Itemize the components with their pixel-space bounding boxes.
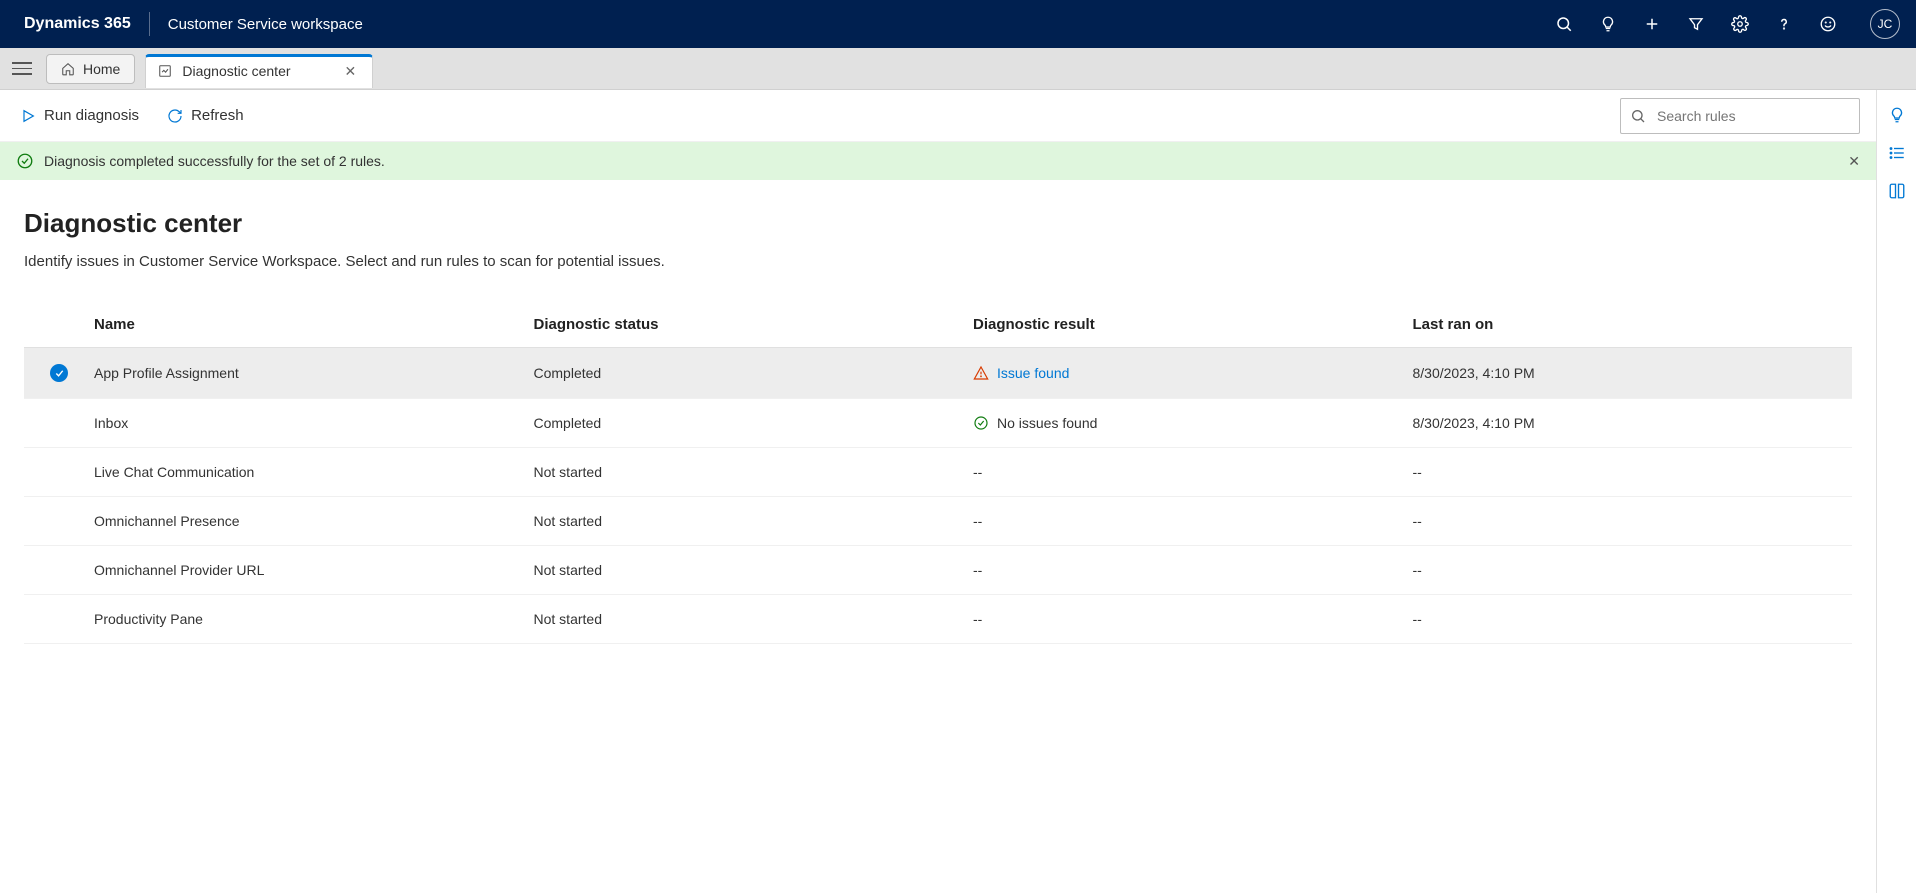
banner-message: Diagnosis completed successfully for the… <box>44 153 385 169</box>
tab-home-label: Home <box>83 61 120 77</box>
rule-name: Productivity Pane <box>94 611 534 627</box>
tab-diagnostic-label: Diagnostic center <box>182 63 290 79</box>
page-title: Diagnostic center <box>24 208 1852 239</box>
search-input[interactable] <box>1620 98 1860 134</box>
rule-result: -- <box>973 513 1413 529</box>
table-row[interactable]: Live Chat CommunicationNot started---- <box>24 448 1852 497</box>
col-status[interactable]: Diagnostic status <box>534 316 974 333</box>
play-icon <box>20 108 36 124</box>
book-icon[interactable] <box>1888 182 1906 200</box>
run-diagnosis-label: Run diagnosis <box>44 107 139 124</box>
search-icon[interactable] <box>1554 14 1574 34</box>
main-content: Run diagnosis Refresh Diagnosis complete… <box>0 90 1876 893</box>
checkmark-icon <box>50 364 68 382</box>
help-icon[interactable] <box>1774 14 1794 34</box>
check-circle-icon <box>16 152 34 170</box>
list-icon[interactable] <box>1888 144 1906 162</box>
lightbulb-icon[interactable] <box>1888 106 1906 124</box>
lightbulb-icon[interactable] <box>1598 14 1618 34</box>
home-icon <box>61 62 75 76</box>
run-diagnosis-button[interactable]: Run diagnosis <box>16 101 143 130</box>
tab-close-icon[interactable]: ✕ <box>341 63 361 80</box>
nav-divider <box>149 12 150 36</box>
rule-result: -- <box>973 562 1413 578</box>
success-banner: Diagnosis completed successfully for the… <box>0 142 1876 180</box>
col-name[interactable]: Name <box>94 316 534 333</box>
rule-last-ran: -- <box>1413 513 1853 529</box>
warning-icon <box>973 365 989 381</box>
filter-icon[interactable] <box>1686 14 1706 34</box>
rule-name: Omnichannel Presence <box>94 513 534 529</box>
table-header: Name Diagnostic status Diagnostic result… <box>24 302 1852 348</box>
rule-name: App Profile Assignment <box>94 365 534 381</box>
rule-status: Completed <box>534 365 974 381</box>
rule-status: Not started <box>534 562 974 578</box>
rule-last-ran: 8/30/2023, 4:10 PM <box>1413 365 1853 381</box>
rule-result: -- <box>973 611 1413 627</box>
rule-name: Live Chat Communication <box>94 464 534 480</box>
workspace-name[interactable]: Customer Service workspace <box>168 16 363 33</box>
user-avatar[interactable]: JC <box>1870 9 1900 39</box>
brand-name: Dynamics 365 <box>24 15 131 33</box>
refresh-button[interactable]: Refresh <box>163 101 248 130</box>
page-description: Identify issues in Customer Service Work… <box>24 253 1852 270</box>
check-circle-icon <box>973 415 989 431</box>
table-row[interactable]: Omnichannel Provider URLNot started---- <box>24 546 1852 595</box>
rule-status: Not started <box>534 464 974 480</box>
rule-result: Issue found <box>973 365 1413 381</box>
rule-last-ran: 8/30/2023, 4:10 PM <box>1413 415 1853 431</box>
refresh-label: Refresh <box>191 107 244 124</box>
gear-icon[interactable] <box>1730 14 1750 34</box>
rule-name: Inbox <box>94 415 534 431</box>
rule-status: Not started <box>534 611 974 627</box>
tab-home[interactable]: Home <box>46 54 135 84</box>
right-rail <box>1876 90 1916 893</box>
rule-status: Not started <box>534 513 974 529</box>
diagnostic-table: Name Diagnostic status Diagnostic result… <box>24 302 1852 644</box>
banner-close-icon[interactable]: ✕ <box>1848 153 1860 170</box>
tab-diagnostic[interactable]: Diagnostic center ✕ <box>145 54 373 88</box>
issue-link[interactable]: Issue found <box>997 365 1069 381</box>
nav-icons: JC <box>1554 9 1900 39</box>
col-result[interactable]: Diagnostic result <box>973 316 1413 333</box>
search-icon <box>1630 108 1646 124</box>
rule-last-ran: -- <box>1413 611 1853 627</box>
top-nav: Dynamics 365 Customer Service workspace … <box>0 0 1916 48</box>
table-row[interactable]: Productivity PaneNot started---- <box>24 595 1852 644</box>
add-icon[interactable] <box>1642 14 1662 34</box>
table-row[interactable]: App Profile AssignmentCompleted Issue fou… <box>24 348 1852 399</box>
chart-icon <box>158 64 172 78</box>
tab-bar: Home Diagnostic center ✕ <box>0 48 1916 90</box>
rule-result: -- <box>973 464 1413 480</box>
col-last-ran[interactable]: Last ran on <box>1413 316 1853 333</box>
rule-last-ran: -- <box>1413 464 1853 480</box>
rule-status: Completed <box>534 415 974 431</box>
smiley-icon[interactable] <box>1818 14 1838 34</box>
row-select[interactable] <box>24 364 94 382</box>
command-bar: Run diagnosis Refresh <box>0 90 1876 142</box>
avatar-initials: JC <box>1878 17 1893 31</box>
rule-name: Omnichannel Provider URL <box>94 562 534 578</box>
table-row[interactable]: Omnichannel PresenceNot started---- <box>24 497 1852 546</box>
hamburger-menu[interactable] <box>12 58 32 79</box>
table-row[interactable]: InboxCompletedNo issues found8/30/2023, … <box>24 399 1852 448</box>
rule-last-ran: -- <box>1413 562 1853 578</box>
rule-result: No issues found <box>973 415 1413 431</box>
refresh-icon <box>167 108 183 124</box>
